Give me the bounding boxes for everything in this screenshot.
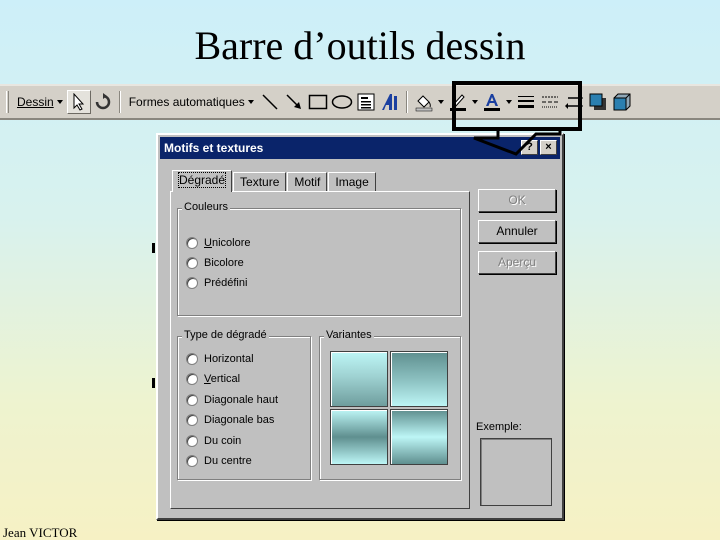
arrow-icon — [286, 94, 301, 109]
radio-vertical[interactable]: Vertical — [186, 373, 240, 385]
draw-menu-label: Dessin — [17, 95, 54, 109]
radio-label: Du centre — [204, 455, 252, 467]
sample-preview — [480, 438, 552, 506]
radio-label: Du coin — [204, 435, 242, 447]
fill-color-icon — [415, 95, 432, 112]
shadow-icon — [589, 93, 606, 110]
tab-label: Texture — [240, 175, 280, 189]
tab-label: Motif — [294, 175, 321, 189]
radio-one-color[interactable]: Unicolore — [186, 237, 250, 249]
line-icon — [262, 94, 278, 110]
radio-circle[interactable] — [186, 373, 198, 385]
select-pointer-icon — [73, 93, 84, 111]
variants-legend: Variantes — [324, 329, 374, 341]
toolbar-grip[interactable] — [6, 91, 9, 113]
rectangle-icon — [308, 94, 327, 110]
toolbar-separator — [405, 91, 408, 113]
autoshapes-label: Formes automatiques — [128, 95, 245, 109]
footer-author: Jean VICTOR — [3, 525, 78, 540]
toolbar-separator — [118, 91, 121, 113]
shadow-button[interactable] — [586, 90, 610, 114]
oval-button[interactable] — [330, 90, 354, 114]
dropdown-arrow-icon — [247, 100, 254, 104]
tab-pattern[interactable]: Motif — [287, 172, 328, 192]
dropdown-arrow-icon — [437, 100, 444, 104]
line-button[interactable] — [258, 90, 282, 114]
wordart-button[interactable] — [378, 90, 402, 114]
radio-from-corner[interactable]: Du coin — [186, 435, 241, 447]
gradient-type-legend: Type de dégradé — [182, 329, 269, 341]
radio-diagonal-down[interactable]: Diagonale bas — [186, 414, 274, 426]
select-pointer-button[interactable] — [66, 90, 91, 114]
ok-button[interactable]: OK — [478, 189, 556, 212]
colors-group: Couleurs Unicolore Bicolore Prédéfini — [177, 201, 461, 316]
fill-color-button[interactable] — [412, 90, 436, 114]
radio-label: Diagonale bas — [204, 414, 275, 426]
rectangle-button[interactable] — [306, 90, 330, 114]
free-rotate-icon — [95, 93, 110, 110]
wordart-icon — [381, 94, 397, 110]
tab-gradient[interactable]: Dégradé — [172, 170, 233, 192]
tab-label: Image — [335, 175, 369, 189]
tab-picture[interactable]: Image — [328, 172, 376, 192]
slide-title: Barre d’outils dessin — [194, 23, 526, 68]
sample-label: Exemple: — [476, 421, 522, 433]
callout-arrow — [473, 130, 562, 156]
tab-texture[interactable]: Texture — [233, 172, 287, 192]
radio-circle[interactable] — [186, 257, 198, 269]
gradient-variant-2[interactable] — [390, 351, 448, 407]
tab-label: Dégradé — [177, 172, 227, 188]
radio-circle[interactable] — [186, 455, 198, 467]
3d-icon — [613, 93, 631, 111]
radio-circle[interactable] — [186, 394, 198, 406]
gradient-variant-3[interactable] — [330, 409, 388, 465]
text-box-icon — [357, 93, 375, 111]
fill-color-dropdown[interactable] — [436, 90, 446, 114]
radio-label: Bicolore — [204, 257, 244, 269]
radio-circle[interactable] — [186, 237, 198, 249]
free-rotate-button[interactable] — [91, 90, 115, 114]
dialog-tabs: Dégradé Texture Motif Image — [172, 170, 377, 192]
radio-circle[interactable] — [186, 435, 198, 447]
3d-button[interactable] — [610, 90, 634, 114]
radio-circle[interactable] — [186, 414, 198, 426]
colors-group-legend: Couleurs — [182, 201, 231, 213]
text-box-button[interactable] — [354, 90, 378, 114]
radio-horizontal[interactable]: Horizontal — [186, 353, 254, 365]
autoshapes-button[interactable]: Formes automatiques — [125, 90, 258, 114]
radio-diagonal-up[interactable]: Diagonale haut — [186, 394, 278, 406]
radio-from-center[interactable]: Du centre — [186, 455, 252, 467]
gradient-variant-1[interactable] — [330, 351, 388, 407]
gradient-type-group: Type de dégradé Horizontal Vertical Diag… — [177, 329, 311, 480]
radio-label: Diagonale haut — [204, 394, 279, 406]
drawing-toolbar: Dessin Formes automatiques — [0, 84, 720, 120]
radio-label: Horizontal — [204, 353, 254, 365]
radio-label: Vertical — [204, 373, 241, 385]
dialog-title: Motifs et textures — [164, 141, 264, 155]
patterns-textures-dialog: Motifs et textures ? × Dégradé Texture M… — [156, 133, 564, 520]
radio-label: Unicolore — [204, 237, 251, 249]
dropdown-arrow-icon — [56, 100, 63, 104]
oval-icon — [331, 95, 352, 109]
background-tick — [152, 378, 155, 388]
draw-menu-button[interactable]: Dessin — [13, 90, 67, 114]
radio-circle[interactable] — [186, 277, 198, 289]
radio-preset[interactable]: Prédéfini — [186, 277, 247, 289]
radio-label: Prédéfini — [204, 277, 248, 289]
arrow-button[interactable] — [282, 90, 306, 114]
variants-group: Variantes — [319, 329, 461, 480]
gradient-variant-4[interactable] — [390, 409, 448, 465]
radio-two-colors[interactable]: Bicolore — [186, 257, 244, 269]
cancel-button[interactable]: Annuler — [478, 220, 556, 243]
preview-button[interactable]: Aperçu — [478, 251, 556, 274]
radio-circle[interactable] — [186, 353, 198, 365]
gradient-tab-panel: Couleurs Unicolore Bicolore Prédéfini Ty… — [170, 191, 470, 509]
background-tick — [152, 243, 155, 253]
